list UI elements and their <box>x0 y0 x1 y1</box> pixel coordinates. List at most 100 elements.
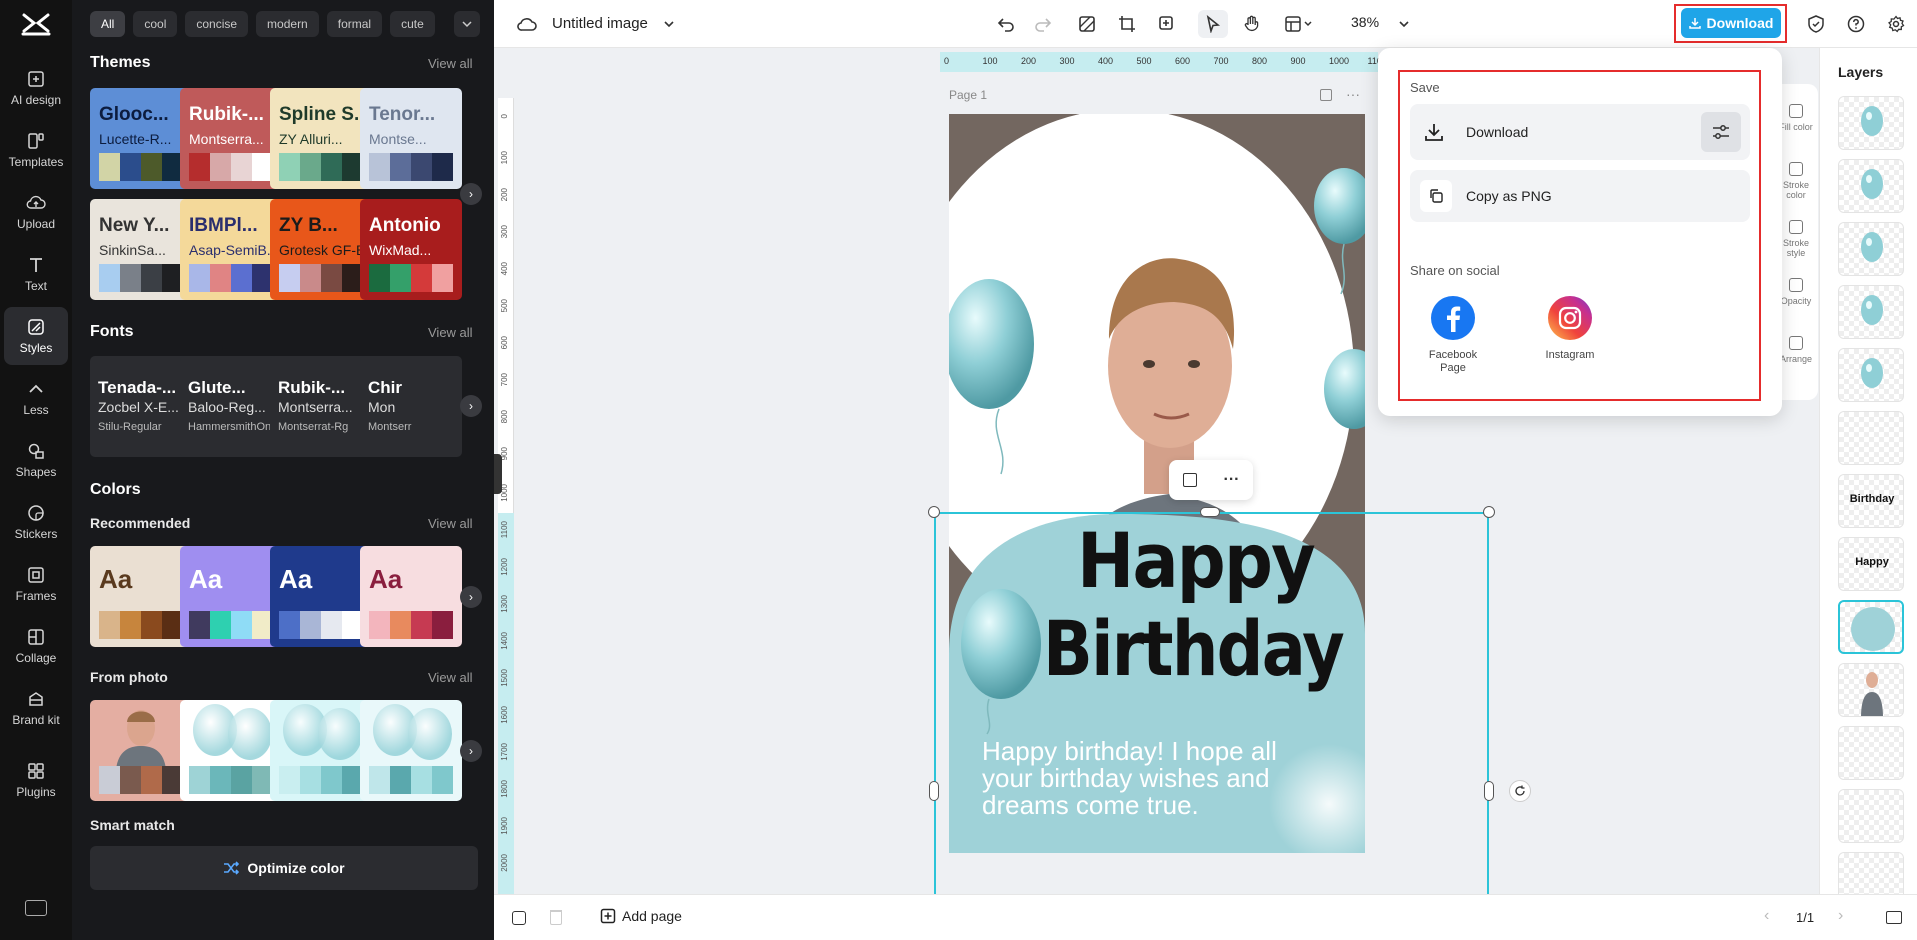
colors-view-all-link[interactable]: View all <box>428 516 473 531</box>
optimize-color-button[interactable]: Optimize color <box>90 846 478 890</box>
layer-item[interactable]: Happy <box>1838 537 1904 591</box>
prev-page-icon[interactable]: ‹ <box>1764 907 1769 925</box>
color-palette-card[interactable]: Aa <box>90 546 192 647</box>
font-combo-card[interactable]: Tenada-... Zocbel X-E... Stilu-Regular <box>90 356 192 457</box>
photo-palette-card[interactable] <box>180 700 282 801</box>
resize-handle[interactable] <box>1483 506 1495 518</box>
photo-palette-card[interactable] <box>360 700 462 801</box>
settings-gear-icon[interactable] <box>1881 10 1911 38</box>
sidebar-item-less[interactable]: Less <box>4 369 68 427</box>
page-more-icon[interactable]: ··· <box>1346 86 1360 102</box>
font-combo-card[interactable]: Glute... Baloo-Reg... HammersmithOn... <box>180 356 282 457</box>
fonts-view-all-link[interactable]: View all <box>428 325 473 340</box>
hand-tool-icon[interactable] <box>1237 10 1267 38</box>
page-manager-icon[interactable] <box>512 911 526 925</box>
fonts-next-button[interactable]: › <box>460 395 482 417</box>
undo-icon[interactable] <box>991 10 1021 38</box>
font-combo-card[interactable]: Rubik-... Montserra... Montserrat-Rg <box>270 356 372 457</box>
next-page-icon[interactable]: › <box>1838 907 1843 925</box>
themes-next-button[interactable]: › <box>460 183 482 205</box>
resize-handle[interactable] <box>1484 781 1494 801</box>
collapse-panel-icon[interactable] <box>1886 911 1902 924</box>
layer-item[interactable] <box>1838 222 1904 276</box>
color-palette-card[interactable]: Aa <box>270 546 372 647</box>
layer-item[interactable]: Birthday <box>1838 474 1904 528</box>
photo-palette-card[interactable] <box>90 700 192 801</box>
resize-handle[interactable] <box>929 781 939 801</box>
resize-handle[interactable] <box>928 506 940 518</box>
color-palette-card[interactable]: Aa <box>180 546 282 647</box>
more-options-icon[interactable]: ··· <box>1224 472 1240 488</box>
sidebar-item-ai-design[interactable]: AI design <box>4 59 68 117</box>
theme-card[interactable]: IBMPl... Asap-SemiB... <box>180 199 282 300</box>
filter-chip-all[interactable]: All <box>90 11 126 37</box>
filter-chip-concise[interactable]: concise <box>185 11 249 37</box>
redo-icon[interactable] <box>1028 10 1058 38</box>
zoom-dropdown-icon[interactable] <box>1389 10 1419 38</box>
theme-card[interactable]: Rubik-... Montserra... <box>180 88 282 189</box>
delete-page-icon[interactable] <box>550 910 562 925</box>
add-element-icon[interactable] <box>1152 10 1182 38</box>
photo-palette-card[interactable] <box>270 700 372 801</box>
cloud-sync-icon[interactable] <box>512 10 542 38</box>
sidebar-item-upload[interactable]: Upload <box>4 183 68 241</box>
theme-card[interactable]: New Y... SinkinSa... <box>90 199 192 300</box>
help-icon[interactable] <box>1841 10 1871 38</box>
smart-match-title: Smart match <box>90 817 175 833</box>
zoom-level[interactable]: 38% <box>1351 14 1379 30</box>
remove-background-icon[interactable] <box>1072 10 1102 38</box>
color-palette-card[interactable]: Aa <box>360 546 462 647</box>
filter-expand-button[interactable] <box>454 11 480 37</box>
from-photo-view-all-link[interactable]: View all <box>428 670 473 685</box>
filter-chip-cool[interactable]: cool <box>133 11 178 37</box>
filter-chip-formal[interactable]: formal <box>326 11 383 37</box>
layer-item[interactable] <box>1838 663 1904 717</box>
palette-sample-text: Aa <box>189 564 223 594</box>
sidebar-item-stickers[interactable]: Stickers <box>4 493 68 551</box>
sidebar-item-shapes[interactable]: Shapes <box>4 431 68 489</box>
layer-item[interactable] <box>1838 411 1904 465</box>
theme-swatches <box>279 153 363 181</box>
shield-check-icon[interactable] <box>1801 10 1831 38</box>
sidebar-item-frames[interactable]: Frames <box>4 555 68 613</box>
theme-card[interactable]: ZY B... Grotesk GF-B... <box>270 199 372 300</box>
rotate-handle-icon[interactable] <box>1509 780 1531 802</box>
resize-handle[interactable] <box>1200 507 1220 517</box>
sidebar-item-styles[interactable]: Styles <box>4 307 68 365</box>
add-page-button[interactable]: Add page <box>600 908 682 924</box>
select-tool-icon[interactable] <box>1198 10 1228 38</box>
capcut-logo-icon[interactable] <box>19 10 53 38</box>
sidebar-item-templates[interactable]: Templates <box>4 121 68 179</box>
document-title[interactable]: Untitled image <box>552 15 648 32</box>
resize-icon[interactable] <box>1112 10 1142 38</box>
theme-card[interactable]: Tenor... Montse... <box>360 88 462 189</box>
filter-chip-modern[interactable]: modern <box>256 11 319 37</box>
font-body: Montserr <box>368 421 412 433</box>
copy-element-icon[interactable] <box>1182 473 1197 487</box>
theme-card[interactable]: Glooc... Lucette-R... <box>90 88 192 189</box>
duplicate-page-icon[interactable] <box>1320 89 1332 101</box>
from-photo-next-button[interactable]: › <box>460 740 482 762</box>
panel-collapse-handle[interactable] <box>494 454 502 494</box>
layer-item[interactable] <box>1838 285 1904 339</box>
layer-item[interactable] <box>1838 852 1904 894</box>
layer-item[interactable] <box>1838 789 1904 843</box>
keyboard-icon[interactable] <box>25 900 47 916</box>
sidebar-item-text[interactable]: Text <box>4 245 68 303</box>
colors-next-button[interactable]: › <box>460 586 482 608</box>
font-combo-card[interactable]: Chir Mon Montserr <box>360 356 462 457</box>
theme-card[interactable]: Antonio WixMad... <box>360 199 462 300</box>
layer-item[interactable] <box>1838 348 1904 402</box>
title-dropdown-icon[interactable] <box>654 10 684 38</box>
layer-item[interactable] <box>1838 159 1904 213</box>
theme-card[interactable]: Spline S... ZY Alluri... <box>270 88 372 189</box>
layout-menu-icon[interactable] <box>1280 10 1320 38</box>
layer-item[interactable] <box>1838 726 1904 780</box>
layer-item[interactable] <box>1838 600 1904 654</box>
themes-view-all-link[interactable]: View all <box>428 56 473 71</box>
layer-item[interactable] <box>1838 96 1904 150</box>
sidebar-item-collage[interactable]: Collage <box>4 617 68 675</box>
sidebar-item-brand-kit[interactable]: Brand kit <box>4 679 68 737</box>
filter-chip-cute[interactable]: cute <box>390 11 435 37</box>
sidebar-item-plugins[interactable]: Plugins <box>4 751 68 809</box>
